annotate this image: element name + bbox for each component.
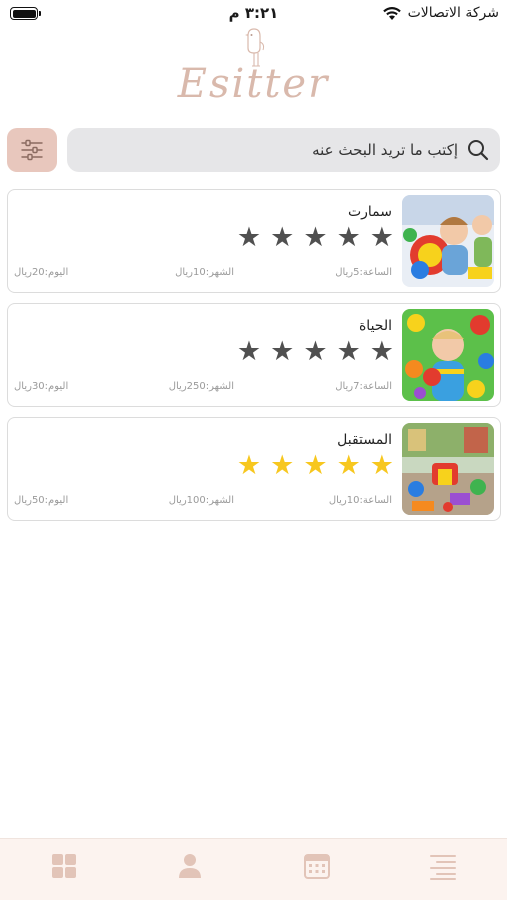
menu-icon [430, 855, 456, 880]
star-icon: ★ [236, 222, 262, 253]
star-icon: ★ [303, 450, 328, 481]
price-per-month: الشهر:250ريال [168, 381, 234, 392]
price-per-day: اليوم:20ريال [14, 267, 69, 278]
listing-card[interactable]: سمارت ★ ★ ★ ★ ★ الساعة:5ريال الشهر:10ريا… [7, 189, 501, 293]
price-per-day: اليوم:30ريال [14, 381, 69, 392]
calendar-icon [304, 854, 330, 879]
status-bar: ٣:٢١ م شركة الاتصالات [0, 0, 507, 28]
profile-icon [179, 854, 201, 878]
star-icon: ★ [236, 336, 262, 367]
star-icon: ★ [303, 336, 328, 367]
star-icon: ★ [303, 222, 328, 253]
filter-button[interactable] [7, 128, 57, 172]
star-icon: ★ [270, 450, 295, 481]
listing-name: المستقبل [337, 432, 392, 448]
listing-name: الحياة [358, 318, 392, 334]
listing-name: سمارت [347, 204, 392, 220]
star-icon: ★ [270, 222, 295, 253]
rating-stars: ★ ★ ★ ★ ★ [237, 223, 394, 253]
logo-text: Esitter [177, 61, 330, 107]
star-icon: ★ [369, 222, 394, 253]
price-per-day: اليوم:50ريال [14, 495, 69, 506]
rating-stars: ★ ★ ★ ★ ★ [237, 337, 394, 367]
price-per-hour: الساعة:7ريال [335, 381, 392, 392]
star-icon: ★ [236, 450, 262, 481]
star-icon: ★ [369, 450, 394, 481]
price-per-month: الشهر:100ريال [168, 495, 234, 506]
price-per-month: الشهر:10ريال [175, 267, 234, 278]
tab-menu[interactable] [428, 851, 458, 881]
bottom-tab-bar [0, 838, 507, 900]
carrier-info: شركة الاتصالات [382, 5, 499, 21]
star-icon: ★ [369, 336, 394, 367]
app-logo: Esitter [0, 26, 507, 112]
listing-image [402, 195, 494, 287]
listing-card[interactable]: الحياة ★ ★ ★ ★ ★ الساعة:7ريال الشهر:250ر… [7, 303, 501, 407]
search-input[interactable] [78, 141, 458, 159]
price-per-hour: الساعة:5ريال [335, 267, 392, 278]
tab-calendar[interactable] [302, 851, 332, 881]
star-icon: ★ [336, 222, 361, 253]
listing-image [402, 423, 494, 515]
listing-image [402, 309, 494, 401]
sliders-icon [21, 139, 43, 161]
price-per-hour: الساعة:10ريال [328, 495, 392, 506]
listing-card[interactable]: المستقبل ★ ★ ★ ★ ★ الساعة:10ريال الشهر:1… [7, 417, 501, 521]
star-icon: ★ [336, 336, 361, 367]
search-icon [468, 140, 489, 161]
grid-icon [52, 854, 76, 878]
rating-stars: ★ ★ ★ ★ ★ [237, 451, 394, 481]
tab-profile[interactable] [175, 851, 205, 881]
star-icon: ★ [270, 336, 295, 367]
carrier-name: شركة الاتصالات [407, 5, 499, 21]
star-icon: ★ [336, 450, 361, 481]
tab-grid[interactable] [49, 851, 79, 881]
wifi-icon [382, 6, 401, 20]
search-bar[interactable] [67, 128, 500, 172]
